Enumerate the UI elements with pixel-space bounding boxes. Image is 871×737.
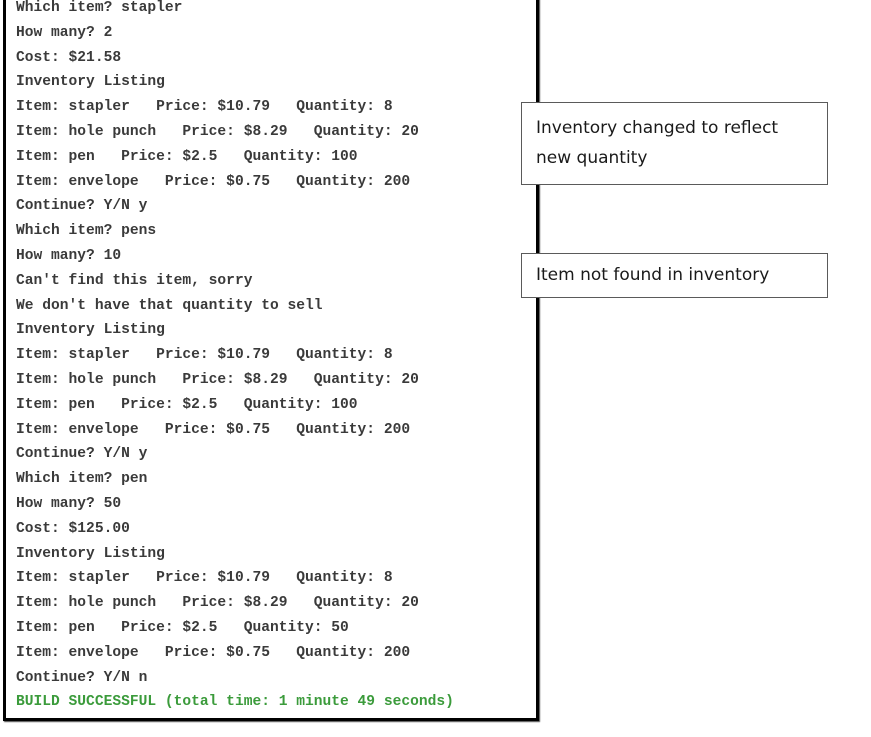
console-line: Inventory Listing	[16, 322, 165, 339]
callout-inventory-changed-line2: new quantity	[536, 148, 648, 168]
console-line: Item: pen Price: $2.5 Quantity: 50	[16, 619, 349, 636]
console-line: Inventory Listing	[16, 74, 165, 91]
console-line: Continue? Y/N y	[16, 446, 148, 463]
console-line: Continue? Y/N n	[16, 669, 148, 686]
callout-inventory-changed: Inventory changed to reflect new quantit…	[521, 102, 828, 185]
console-line: Which item? stapler	[16, 0, 183, 16]
console-line: Item: stapler Price: $10.79 Quantity: 8	[16, 99, 393, 116]
console-line: Which item? pens	[16, 223, 157, 240]
console-line: Item: hole punch Price: $8.29 Quantity: …	[16, 123, 419, 140]
console-line: Item: envelope Price: $0.75 Quantity: 20…	[16, 421, 411, 438]
callout-inventory-changed-line1: Inventory changed to reflect	[536, 118, 779, 138]
console-line: Item: hole punch Price: $8.29 Quantity: …	[16, 595, 419, 612]
console-line: Which item? pen	[16, 471, 148, 488]
callout-item-not-found-text: Item not found in inventory	[536, 265, 770, 285]
callout-item-not-found: Item not found in inventory	[521, 253, 828, 298]
console-line: Cost: $125.00	[16, 520, 130, 537]
console-line: How many? 2	[16, 24, 113, 41]
console-line: Continue? Y/N y	[16, 198, 148, 215]
console-line: Item: stapler Price: $10.79 Quantity: 8	[16, 570, 393, 587]
console-line: Item: envelope Price: $0.75 Quantity: 20…	[16, 644, 411, 661]
console-line: We don't have that quantity to sell	[16, 297, 323, 314]
console-line: Item: envelope Price: $0.75 Quantity: 20…	[16, 173, 411, 190]
console-output-panel: Which item? stapler How many? 2 Cost: $21.…	[3, 0, 539, 721]
build-status-line: BUILD SUCCESSFUL (total time: 1 minute 4…	[16, 694, 454, 711]
console-output-text: Which item? stapler How many? 2 Cost: $21.…	[16, 0, 536, 715]
console-line: How many? 50	[16, 495, 122, 512]
console-line: Item: pen Price: $2.5 Quantity: 100	[16, 148, 358, 165]
console-line: Item: hole punch Price: $8.29 Quantity: …	[16, 371, 419, 388]
console-line: Inventory Listing	[16, 545, 165, 562]
console-line: Can't find this item, sorry	[16, 272, 253, 289]
console-line: Cost: $21.58	[16, 49, 122, 66]
console-line: How many? 10	[16, 247, 122, 264]
console-line: Item: pen Price: $2.5 Quantity: 100	[16, 396, 358, 413]
console-line: Item: stapler Price: $10.79 Quantity: 8	[16, 347, 393, 364]
